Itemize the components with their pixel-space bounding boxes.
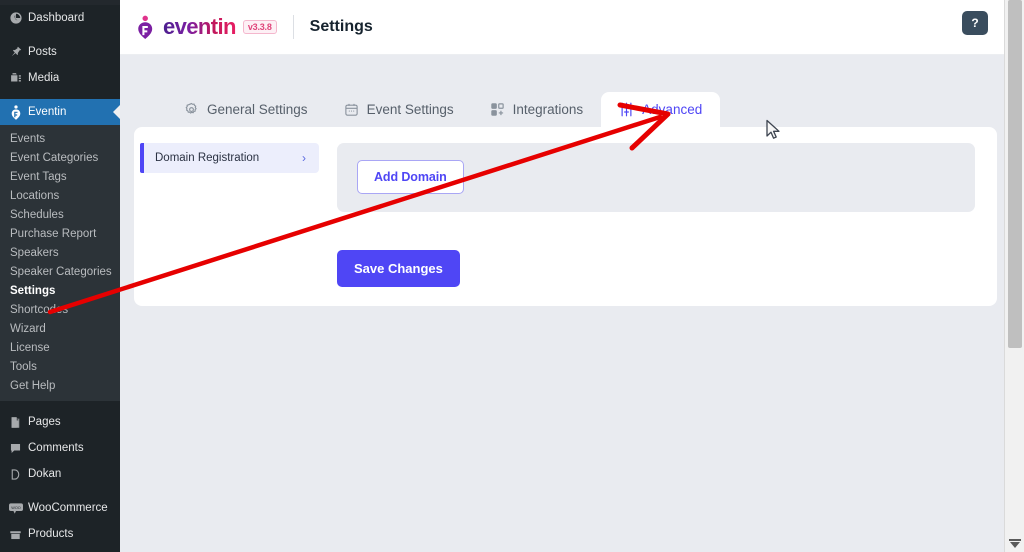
eventin-logo-mark	[138, 15, 153, 39]
scroll-down-icon[interactable]	[1010, 542, 1020, 548]
tab-advanced[interactable]: Advanced	[601, 92, 721, 128]
pin-icon	[9, 45, 28, 59]
settings-panel-column: Add Domain Save Changes	[319, 143, 997, 306]
wordpress-admin-sidebar: Dashboard Posts Media Eventin Events Eve…	[0, 0, 120, 552]
save-changes-button[interactable]: Save Changes	[337, 250, 460, 287]
tab-event-settings[interactable]: Event Settings	[326, 92, 472, 128]
settings-tabs: General Settings Event Settings Integrat…	[120, 55, 1004, 128]
pages-icon	[9, 416, 28, 429]
sidebar-item-label: Posts	[28, 46, 57, 58]
tab-label: Integrations	[512, 102, 584, 117]
dokan-icon	[9, 468, 28, 481]
sidebar-item-dashboard[interactable]: Dashboard	[0, 5, 120, 31]
tab-general-settings[interactable]: General Settings	[166, 92, 326, 128]
sidebar-item-label: Comments	[28, 442, 84, 454]
sidebar-item-label: Products	[28, 528, 74, 540]
domain-registration-panel: Add Domain	[337, 143, 975, 212]
eventin-submenu: Events Event Categories Event Tags Locat…	[0, 125, 120, 401]
eventin-settings-page: eventin v3.3.8 Settings ? General Settin…	[120, 0, 1004, 552]
calendar-icon	[344, 102, 359, 117]
submenu-item-purchase-report[interactable]: Purchase Report	[0, 224, 120, 243]
sliders-icon	[619, 102, 634, 117]
sidebar-item-media[interactable]: Media	[0, 65, 120, 91]
submenu-item-schedules[interactable]: Schedules	[0, 205, 120, 224]
sidebar-item-comments[interactable]: Comments	[0, 435, 120, 461]
sidebar-item-label: Media	[28, 72, 60, 84]
version-badge: v3.3.8	[242, 19, 277, 35]
media-icon	[9, 71, 28, 85]
submenu-item-events[interactable]: Events	[0, 129, 120, 148]
woocommerce-icon: WOO	[9, 502, 28, 515]
sidebar-item-label: Dashboard	[28, 12, 85, 24]
tab-integrations[interactable]: Integrations	[472, 92, 602, 128]
submenu-item-license[interactable]: License	[0, 338, 120, 357]
page-title: Settings	[309, 18, 373, 35]
submenu-item-wizard[interactable]: Wizard	[0, 319, 120, 338]
submenu-item-event-tags[interactable]: Event Tags	[0, 167, 120, 186]
submenu-item-tools[interactable]: Tools	[0, 357, 120, 376]
submenu-item-get-help[interactable]: Get Help	[0, 376, 120, 395]
page-scrollbar[interactable]	[1004, 0, 1024, 552]
settings-card: Domain Registration › Add Domain Save Ch…	[134, 127, 997, 306]
sidebar-item-posts[interactable]: Posts	[0, 39, 120, 65]
sidebar-item-eventin[interactable]: Eventin	[0, 99, 120, 125]
sidebar-item-dokan[interactable]: Dokan	[0, 461, 120, 487]
eventin-logo-text: eventin	[163, 14, 236, 39]
eventin-icon	[9, 104, 28, 120]
grid-plus-icon	[490, 102, 505, 117]
sidebar-item-label: Pages	[28, 416, 61, 428]
sidebar-item-woocommerce[interactable]: WOO WooCommerce	[0, 495, 120, 521]
sidebar-item-domain-registration[interactable]: Domain Registration ›	[140, 143, 319, 173]
chevron-right-icon: ›	[302, 151, 306, 165]
comment-icon	[9, 442, 28, 455]
submenu-item-speakers[interactable]: Speakers	[0, 243, 120, 262]
sidebar-item-label: Dokan	[28, 468, 62, 480]
tab-label: General Settings	[207, 102, 308, 117]
submenu-item-locations[interactable]: Locations	[0, 186, 120, 205]
help-button[interactable]: ?	[962, 11, 988, 35]
side-nav-label: Domain Registration	[155, 152, 260, 164]
help-icon: ?	[971, 16, 979, 30]
products-icon	[9, 528, 28, 541]
tab-label: Event Settings	[366, 102, 454, 117]
dashboard-icon	[9, 11, 28, 25]
eventin-logo: eventin v3.3.8	[134, 15, 277, 39]
submenu-item-shortcodes[interactable]: Shortcodes	[0, 300, 120, 319]
sidebar-item-label: WooCommerce	[28, 502, 108, 514]
plugin-header: eventin v3.3.8 Settings ?	[120, 0, 1004, 55]
submenu-item-event-categories[interactable]: Event Categories	[0, 148, 120, 167]
add-domain-button[interactable]: Add Domain	[357, 160, 464, 194]
svg-text:WOO: WOO	[11, 506, 21, 510]
header-divider	[292, 15, 294, 39]
sidebar-item-pages[interactable]: Pages	[0, 409, 120, 435]
settings-side-nav: Domain Registration ›	[134, 143, 319, 306]
scrollbar-thumb[interactable]	[1008, 0, 1022, 348]
submenu-item-speaker-categories[interactable]: Speaker Categories	[0, 262, 120, 281]
screen-root: Dashboard Posts Media Eventin Events Eve…	[0, 0, 1024, 552]
mouse-cursor	[766, 119, 780, 139]
gear-icon	[184, 102, 199, 117]
scrollbar-down-stem	[1009, 539, 1021, 541]
tab-label: Advanced	[642, 102, 703, 117]
sidebar-item-products[interactable]: Products	[0, 521, 120, 547]
sidebar-item-label: Eventin	[28, 106, 67, 118]
submenu-item-settings[interactable]: Settings	[0, 281, 120, 300]
